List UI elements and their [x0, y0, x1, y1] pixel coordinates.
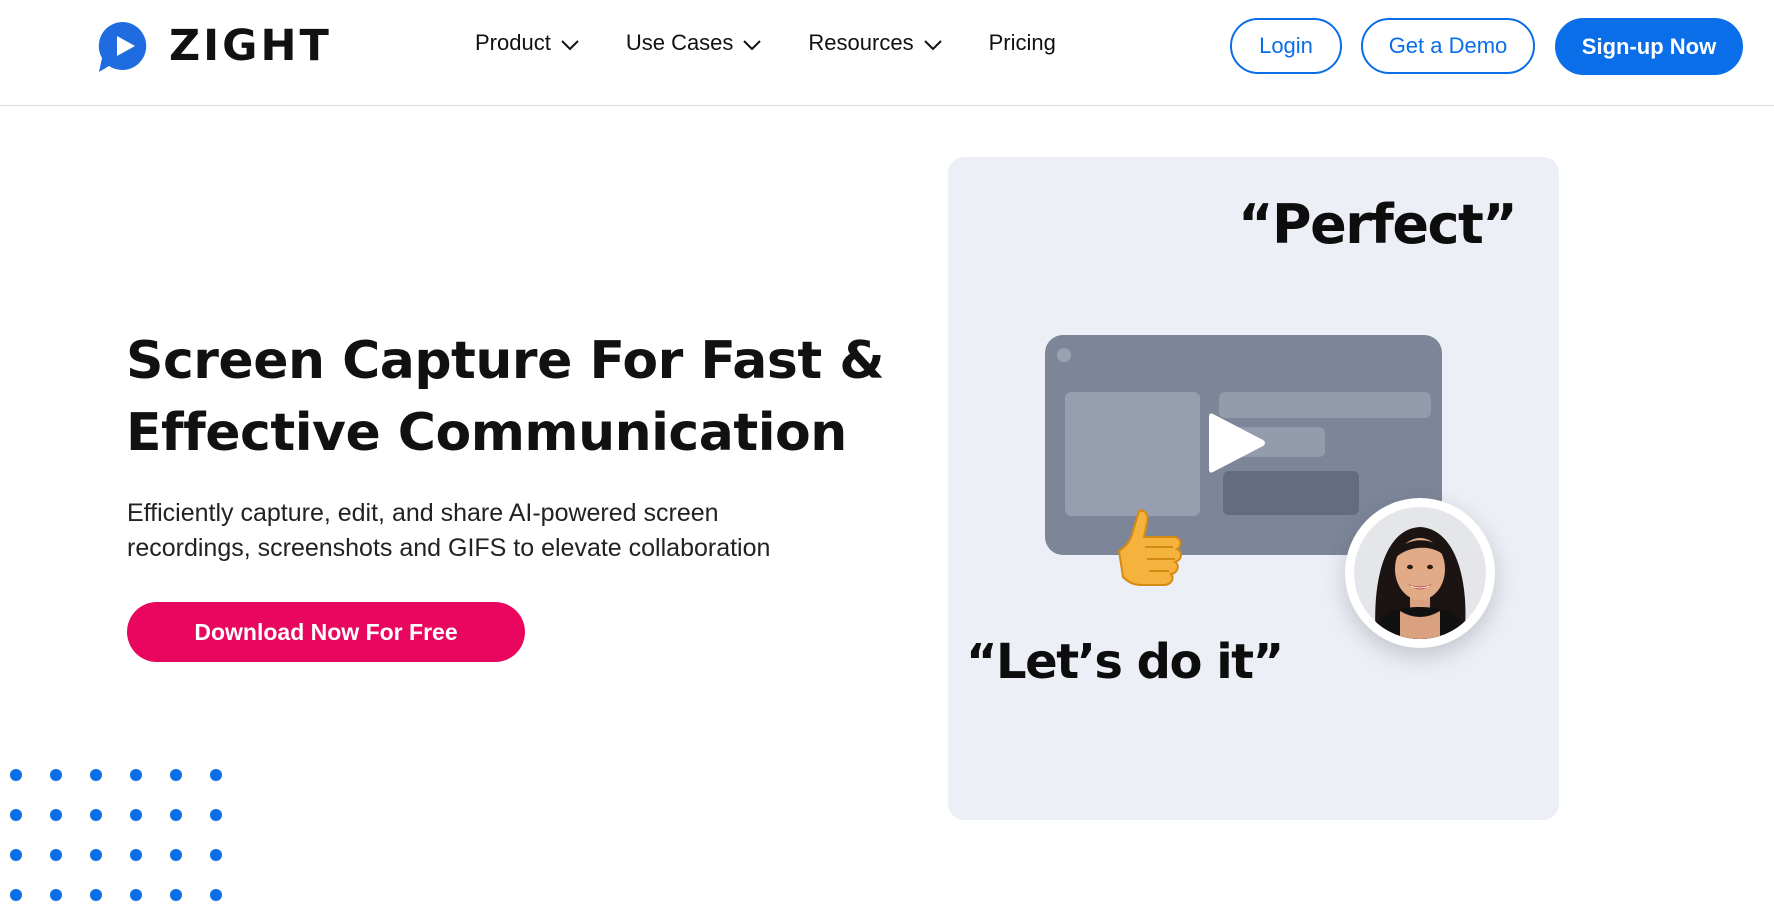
signup-button[interactable]: Sign-up Now [1555, 18, 1743, 75]
download-button[interactable]: Download Now For Free [127, 602, 525, 662]
quote-perfect: “Perfect” [1238, 193, 1518, 256]
nav-item-pricing[interactable]: Pricing [989, 30, 1056, 56]
hero-title-line: Screen Capture For Fast & [126, 331, 885, 391]
nav-item-label: Use Cases [625, 30, 734, 55]
play-icon[interactable] [1205, 408, 1269, 478]
hero-illustration: “Perfect” “Let’s do it” [948, 157, 1559, 820]
hero-title-line: Effective Communication [126, 403, 847, 463]
chevron-down-icon [923, 39, 942, 50]
site-header: ZIGHT Product Use Cases Resources Pricin… [0, 0, 1774, 106]
presenter-portrait [1354, 507, 1486, 639]
brand-name: ZIGHT [169, 21, 332, 71]
nav-item-resources[interactable]: Resources [808, 30, 942, 56]
brand-logo[interactable]: ZIGHT [95, 18, 332, 74]
nav-item-label: Pricing [988, 30, 1056, 55]
nav-item-label: Product [475, 30, 551, 55]
chevron-down-icon [561, 39, 579, 50]
quote-lets-do-it: “Let’s do it” [966, 634, 1284, 690]
nav-item-label: Resources [808, 30, 914, 55]
nav-item-use-cases[interactable]: Use Cases [626, 30, 763, 56]
main-nav: Product Use Cases Resources Pricing [475, 30, 1102, 56]
hero-subtitle-line: Efficiently capture, edit, and share AI-… [127, 499, 719, 527]
placeholder-block [1065, 392, 1200, 516]
login-button[interactable]: Login [1230, 18, 1342, 74]
hero-subtitle-line: recordings, screenshots and GIFS to elev… [127, 534, 771, 562]
chevron-down-icon [743, 39, 762, 50]
window-dot [1057, 348, 1071, 362]
hero-subtitle: Efficiently capture, edit, and share AI-… [127, 496, 887, 566]
get-demo-button[interactable]: Get a Demo [1361, 18, 1535, 74]
zight-play-bubble-icon [98, 21, 147, 72]
thumbs-up-icon [1117, 509, 1182, 586]
dot-grid-decoration [10, 769, 222, 901]
hero-title: Screen Capture For Fast & Effective Comm… [126, 325, 886, 469]
presenter-avatar [1345, 498, 1495, 648]
nav-item-product[interactable]: Product [475, 30, 580, 56]
